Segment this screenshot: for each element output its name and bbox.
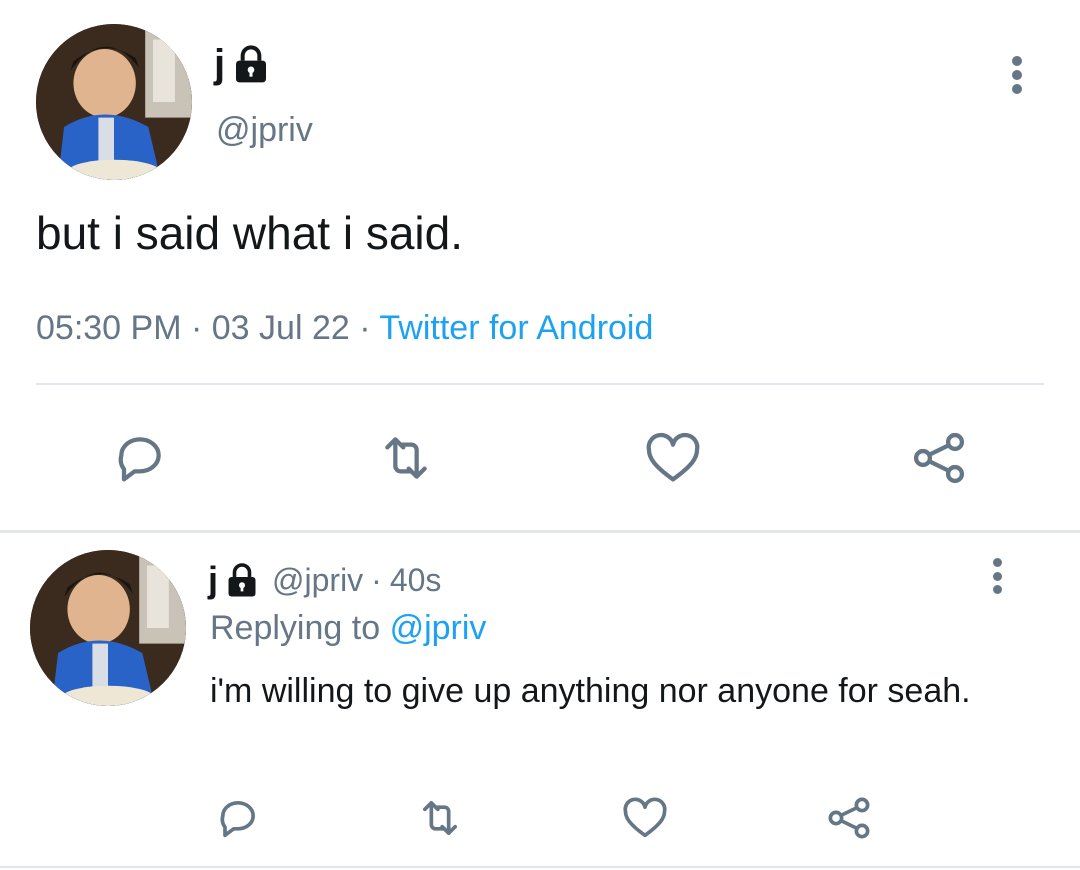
replying-to-label: Replying to <box>210 609 381 647</box>
avatar[interactable] <box>36 24 192 180</box>
handle[interactable]: @jpriv <box>272 558 363 602</box>
divider <box>36 383 1044 385</box>
heart-icon <box>623 797 667 838</box>
tweet-text: i'm willing to give up anything nor anyo… <box>210 672 971 710</box>
tweet-date: 03 Jul 22 <box>211 309 350 347</box>
tweet-source-link[interactable]: Twitter for Android <box>379 309 653 347</box>
like-button[interactable] <box>618 792 672 844</box>
more-options-button[interactable] <box>990 558 1004 594</box>
lock-icon <box>231 44 271 84</box>
more-vertical-icon <box>1012 56 1022 66</box>
more-options-button[interactable] <box>1010 56 1024 94</box>
share-button[interactable] <box>822 792 876 844</box>
display-name[interactable]: j <box>214 38 225 90</box>
share-icon <box>913 432 965 484</box>
retweet-button[interactable] <box>412 792 468 844</box>
reply-button[interactable] <box>212 792 264 844</box>
retweet-icon <box>385 437 427 479</box>
section-divider <box>0 530 1080 533</box>
tweet-age: 40s <box>389 562 442 598</box>
more-dot <box>1012 70 1022 80</box>
display-name[interactable]: j <box>208 558 218 602</box>
more-dot <box>992 585 1002 594</box>
meta-separator: · <box>359 309 371 347</box>
reply-icon <box>118 437 161 482</box>
retweet-icon <box>422 800 458 836</box>
replying-to-handle-link[interactable]: @jpriv <box>390 609 487 647</box>
reply-button[interactable] <box>108 426 172 490</box>
tweet-time: 05:30 PM <box>36 309 182 347</box>
share-icon <box>828 797 870 839</box>
share-button[interactable] <box>906 426 972 490</box>
like-button[interactable] <box>640 426 706 490</box>
avatar[interactable] <box>30 550 186 706</box>
handle[interactable]: @jpriv <box>216 108 313 152</box>
more-dot <box>1012 84 1022 94</box>
tweet-text: but i said what i said. <box>36 207 464 259</box>
more-dot <box>992 571 1002 581</box>
reply-icon <box>220 800 255 838</box>
meta-separator: · <box>371 562 382 598</box>
heart-icon <box>646 432 700 482</box>
tweet-meta: 05:30 PM · 03 Jul 22 · Twitter for Andro… <box>36 306 653 350</box>
meta-separator: · <box>190 309 203 347</box>
retweet-button[interactable] <box>372 426 440 490</box>
more-vertical-icon <box>992 558 1002 567</box>
lock-icon <box>224 562 260 598</box>
bottom-divider <box>0 866 1080 868</box>
replying-to: Replying to @jpriv <box>210 606 486 650</box>
